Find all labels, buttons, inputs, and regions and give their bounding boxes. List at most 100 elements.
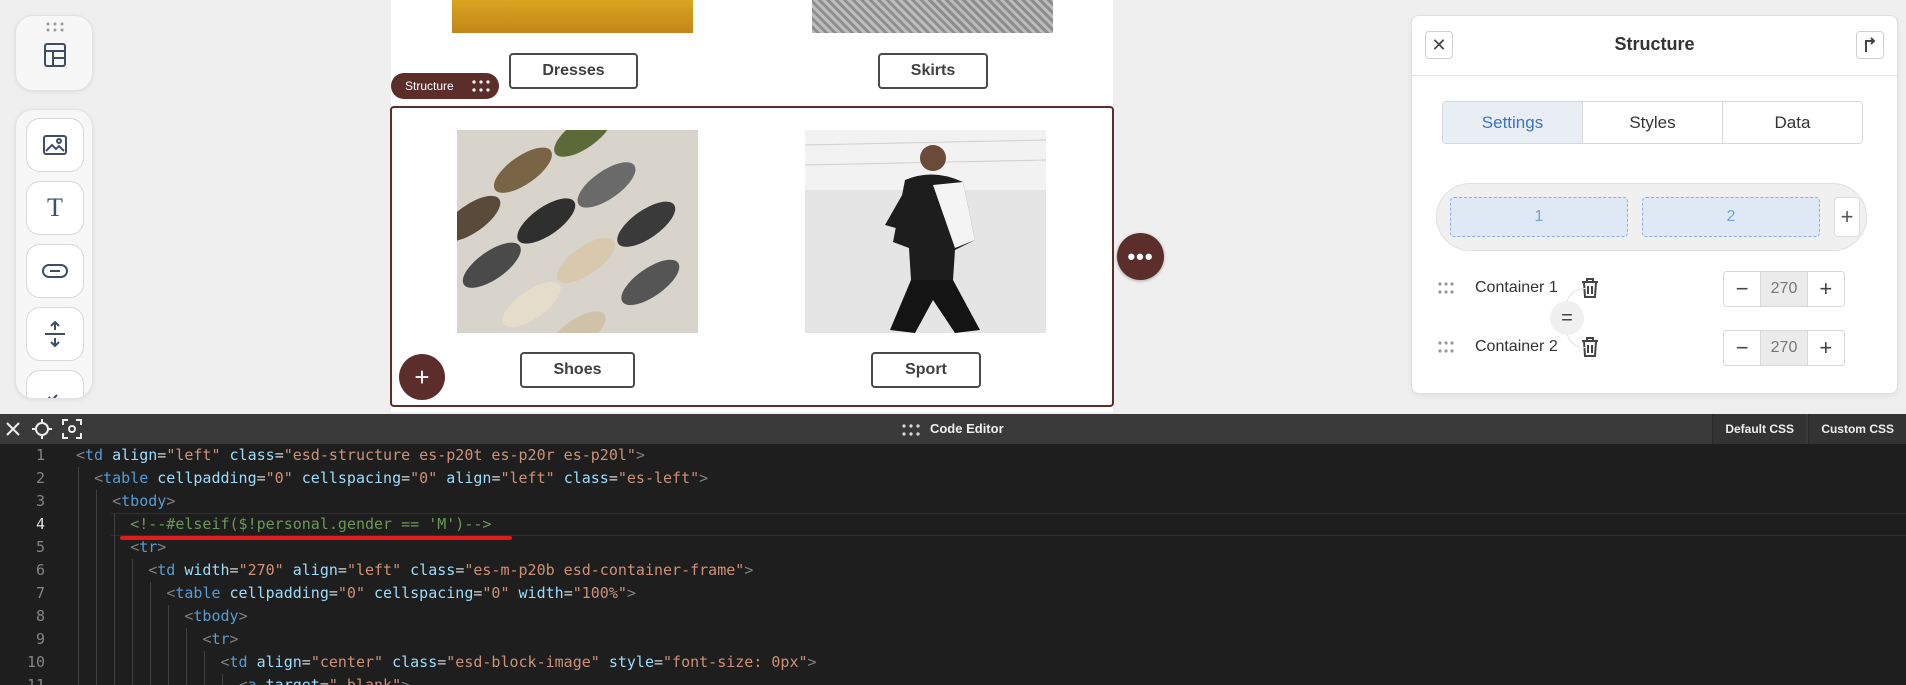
equal-width-toggle[interactable]: = [1550,301,1584,335]
line-number: 5 [35,538,45,556]
indent-guide [114,536,115,559]
indent-guide [150,651,151,674]
column-chip-1[interactable]: 1 [1450,197,1628,237]
indent-guide [114,513,115,536]
skirts-image[interactable] [812,0,1053,33]
more-blocks-button[interactable] [26,370,84,398]
line-number: 1 [35,446,45,464]
indent-guide [96,536,97,559]
indent-guide [96,582,97,605]
code-line[interactable]: 1 <td align="left" class="esd-structure e… [0,444,1906,467]
line-content: <tbody> [112,492,176,510]
button-block-button[interactable] [26,244,84,298]
shoes-photo [457,130,698,333]
select-parent-button[interactable] [1856,31,1884,59]
indent-guide [114,559,115,582]
column-chip-2[interactable]: 2 [1642,197,1820,237]
indent-guide [168,605,169,628]
shoes-image[interactable] [457,130,698,333]
indent-guide [96,674,97,685]
container-width-stepper: − 270 + [1723,271,1845,307]
width-value[interactable]: 270 [1760,272,1808,306]
drag-handle-icon[interactable] [1438,341,1454,353]
spacer-block-button[interactable] [26,307,84,361]
code-line[interactable]: 6 <td width="270" align="left" class="es… [0,559,1906,582]
dresses-image[interactable] [452,0,693,33]
more-actions-button[interactable]: ••• [1117,233,1164,280]
blocks-icon[interactable] [43,42,67,68]
indent-guide [132,582,133,605]
indent-guide [78,467,79,490]
sport-button[interactable]: Sport [871,352,981,388]
skirts-button[interactable]: Skirts [878,53,988,89]
indent-guide [114,582,115,605]
indent-guide [186,651,187,674]
block-palette-header [15,15,93,91]
indent-guide [150,674,151,685]
dresses-button[interactable]: Dresses [509,53,638,89]
indent-guide [78,651,79,674]
add-column-button[interactable]: + [1834,197,1860,237]
code-area[interactable]: 1 <td align="left" class="esd-structure e… [0,444,1906,685]
increase-button[interactable]: + [1807,272,1844,306]
line-number: 11 [26,676,45,685]
sport-image[interactable] [805,130,1046,333]
panel-title: Structure [1614,34,1695,54]
line-content: <td align="left" class="esd-structure es… [76,446,645,464]
panel-header: ✕ Structure [1412,16,1897,76]
decrease-button[interactable]: − [1724,331,1761,365]
indent-guide [96,490,97,513]
custom-css-button[interactable]: Custom CSS [1808,414,1906,444]
indent-guide [114,605,115,628]
tab-styles[interactable]: Styles [1582,102,1722,143]
code-line[interactable]: 4 <!--#elseif($!personal.gender == 'M')-… [0,513,1906,536]
increase-button[interactable]: + [1807,331,1844,365]
indent-guide [78,582,79,605]
add-block-button[interactable]: + [399,354,445,400]
indent-guide [78,490,79,513]
indent-guide [96,559,97,582]
structure-tag[interactable]: Structure [391,73,499,99]
code-editor-title[interactable]: Code Editor [0,421,1906,436]
indent-guide [132,605,133,628]
shoes-button[interactable]: Shoes [520,352,635,388]
decrease-button[interactable]: − [1724,272,1761,306]
tab-settings[interactable]: Settings [1443,102,1582,143]
line-number: 4 [35,515,45,533]
code-line[interactable]: 2 <table cellpadding="0" cellspacing="0"… [0,467,1906,490]
width-value[interactable]: 270 [1760,331,1808,365]
line-content: <tbody> [184,607,248,625]
text-block-button[interactable]: T [26,181,84,235]
indent-guide [186,628,187,651]
block-palette: T [15,109,93,399]
line-content: <td width="270" align="left" class="es-m… [148,561,754,579]
indent-guide [96,628,97,651]
drag-handle-icon[interactable] [472,80,490,92]
tab-data[interactable]: Data [1722,102,1862,143]
code-line[interactable]: 8 <tbody> [0,605,1906,628]
highlight-underline [120,536,512,540]
line-number: 3 [35,492,45,510]
indent-guide [222,674,223,685]
code-line[interactable]: 9 <tr> [0,628,1906,651]
default-css-button[interactable]: Default CSS [1712,414,1806,444]
container-row-1: Container 1 − 270 + [1438,271,1878,307]
line-number: 7 [35,584,45,602]
column-layout: 1 2 + [1436,183,1867,251]
line-content: <table cellpadding="0" cellspacing="0" a… [94,469,709,487]
indent-guide [132,559,133,582]
indent-guide [204,674,205,685]
code-line[interactable]: 11 <a target="_blank"> [0,674,1906,685]
line-content: <table cellpadding="0" cellspacing="0" w… [166,584,636,602]
code-line[interactable]: 7 <table cellpadding="0" cellspacing="0"… [0,582,1906,605]
indent-guide [168,651,169,674]
indent-guide [114,674,115,685]
spacer-icon [45,321,65,347]
code-line[interactable]: 3 <tbody> [0,490,1906,513]
image-block-button[interactable] [26,118,84,172]
drag-grip-icon[interactable] [46,22,64,32]
indent-guide [78,605,79,628]
drag-handle-icon[interactable] [1438,282,1454,294]
indent-guide [132,674,133,685]
code-line[interactable]: 10 <td align="center" class="esd-block-i… [0,651,1906,674]
